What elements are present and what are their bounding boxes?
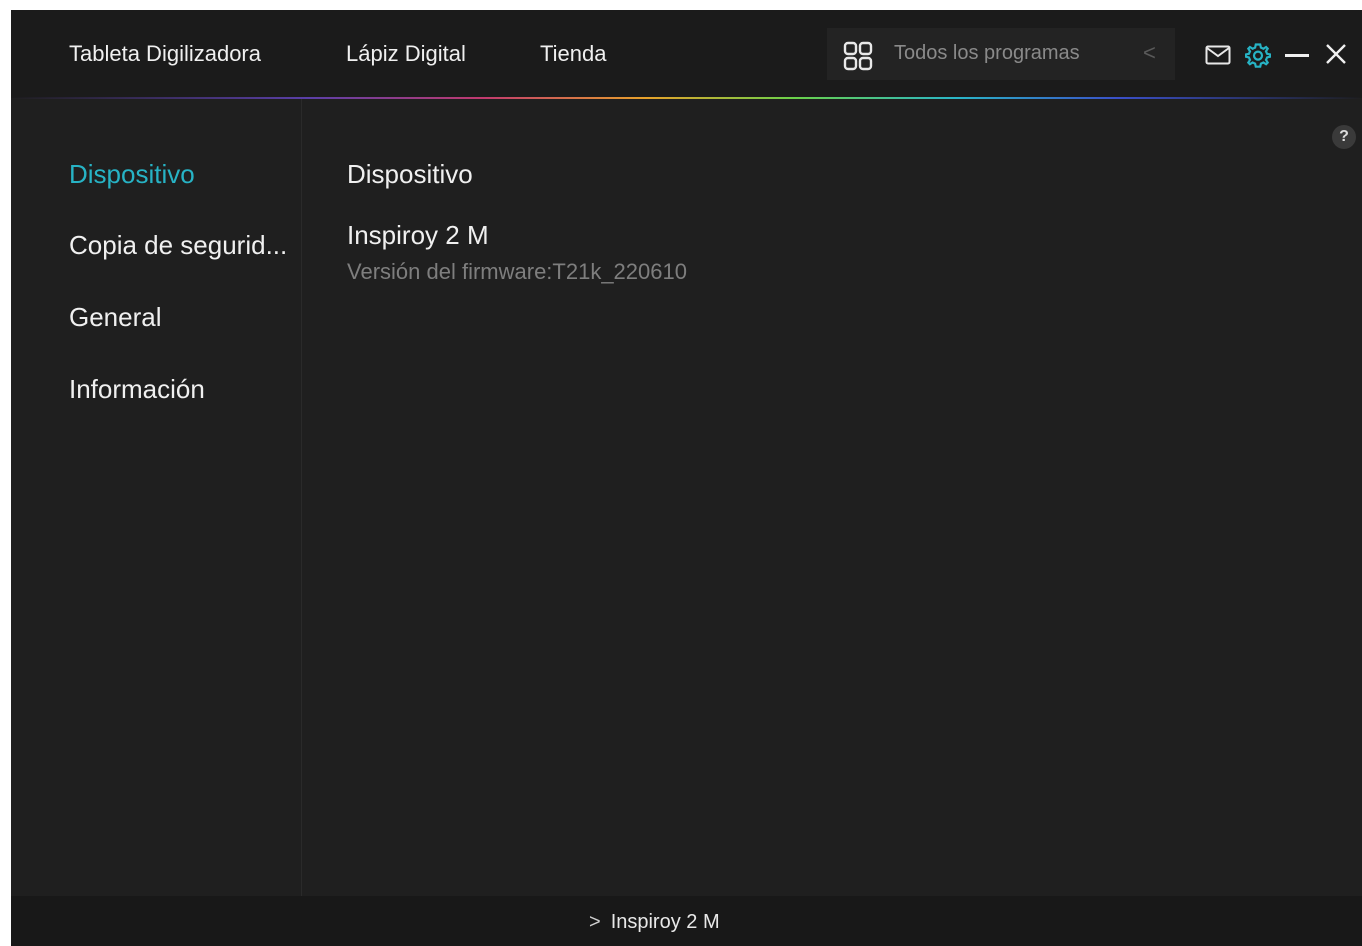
device-switcher[interactable]: > Inspiroy 2 M [589,911,720,934]
sidebar-item-copia-de-seguridad[interactable]: Copia de segurid... [69,230,287,261]
title-bar: Tableta Digilizadora Lápiz Digital Tiend… [11,10,1362,98]
sidebar-item-dispositivo[interactable]: Dispositivo [69,159,195,190]
tab-tienda[interactable]: Tienda [540,41,606,67]
app-window: Tableta Digilizadora Lápiz Digital Tiend… [11,10,1362,946]
program-selector[interactable]: Todos los programas < [827,28,1175,80]
mail-icon[interactable] [1205,45,1231,65]
close-icon[interactable] [1325,43,1347,65]
tab-tableta-digilizadora[interactable]: Tableta Digilizadora [69,41,261,67]
gear-icon[interactable] [1245,42,1271,68]
sidebar: Dispositivo Copia de segurid... General … [11,99,302,896]
chevron-left-icon[interactable]: < [1143,40,1156,66]
footer-bar: > Inspiroy 2 M [11,896,1362,946]
device-switcher-label: Inspiroy 2 M [610,911,720,933]
main-content: ? Dispositivo Inspiroy 2 M Versión del f… [302,99,1362,896]
program-selector-label: Todos los programas [894,42,1080,64]
device-name: Inspiroy 2 M [347,220,489,250]
page-title: Dispositivo [347,159,473,189]
chevron-right-icon: > [589,911,601,933]
sidebar-item-informacion[interactable]: Información [69,374,205,405]
grid-icon [843,41,873,71]
tab-lapiz-digital[interactable]: Lápiz Digital [346,41,466,67]
help-icon[interactable]: ? [1332,125,1356,149]
sidebar-item-general[interactable]: General [69,302,162,333]
minimize-icon[interactable] [1285,54,1309,58]
firmware-version: Versión del firmware:T21k_220610 [347,259,687,284]
